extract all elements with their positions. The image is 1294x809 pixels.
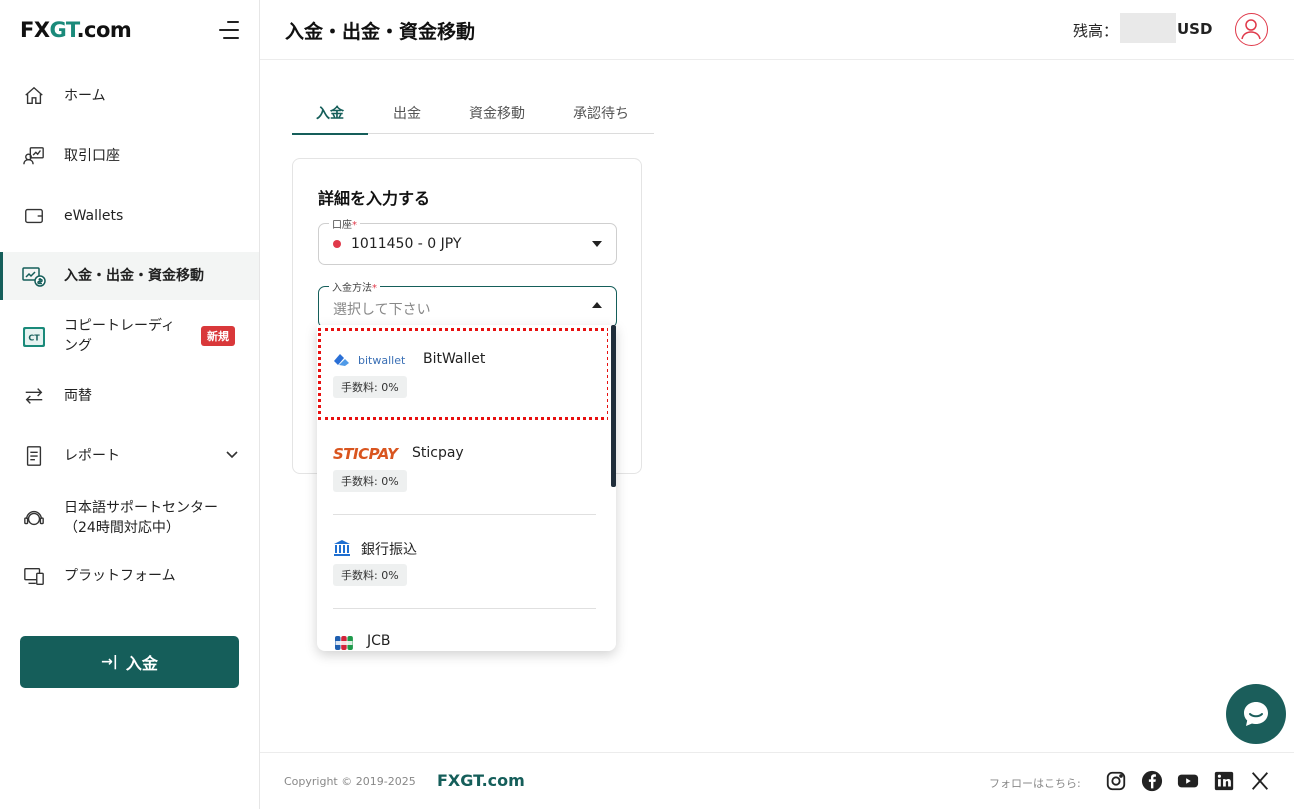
sidebar-item-home[interactable]: ホーム (0, 72, 259, 120)
new-badge: 新規 (201, 326, 235, 346)
copy-trading-icon: CT (22, 324, 46, 348)
linkedin-icon[interactable] (1213, 770, 1235, 792)
sticpay-logo: STICPAY (333, 445, 398, 463)
fxgt-logo[interactable]: FXGT.com (20, 18, 132, 42)
x-icon[interactable] (1249, 770, 1271, 792)
tab-withdraw[interactable]: 出金 (368, 92, 446, 134)
page-footer: Copyright © 2019-2025 FXGT.com フォローはこちら: (260, 752, 1294, 809)
svg-text:bitwallet: bitwallet (358, 354, 406, 367)
sidebar: FXGT.com ホーム 取引口座 eWallets 入金・出金・資金移動 CT… (0, 0, 260, 809)
exchange-icon (22, 384, 46, 408)
copyright-text: Copyright © 2019-2025 (284, 775, 416, 788)
user-avatar-icon[interactable] (1235, 13, 1268, 46)
sidebar-deposit-button[interactable]: →| 入金 (20, 636, 239, 688)
caret-down-icon (592, 241, 602, 247)
sidebar-item-copy-trading[interactable]: CT コピートレーディ ング 新規 (0, 312, 259, 360)
form-title: 詳細を入力する (318, 189, 431, 208)
tab-transfer[interactable]: 資金移動 (446, 92, 548, 134)
sidebar-item-report[interactable]: レポート (0, 432, 259, 480)
option-name: BitWallet (423, 351, 486, 367)
top-header: 入金・出金・資金移動 残高： USD (260, 0, 1294, 60)
chat-bubble-icon (1244, 702, 1268, 726)
facebook-icon[interactable] (1141, 770, 1163, 792)
option-name: Sticpay (412, 445, 464, 461)
sidebar-item-exchange[interactable]: 両替 (0, 372, 259, 420)
menu-toggle-icon[interactable] (219, 21, 239, 39)
home-icon (22, 84, 46, 108)
balance-currency: USD (1177, 20, 1213, 38)
funds-icon (22, 264, 46, 288)
wallet-icon (22, 204, 46, 228)
sidebar-item-support[interactable]: 日本語サポートセンター （24時間対応中） (0, 492, 259, 544)
caret-up-icon (592, 302, 602, 308)
scrollbar-thumb[interactable] (611, 325, 616, 487)
dropdown-scrollbar[interactable] (608, 325, 616, 651)
instagram-icon[interactable] (1105, 770, 1127, 792)
deposit-method-label: 入金方法* (329, 279, 380, 294)
fee-badge: 手数料: 0% (333, 470, 407, 492)
fee-badge: 手数料: 0% (333, 564, 407, 586)
deposit-method-select[interactable]: 入金方法* 選択して下さい (318, 279, 617, 328)
option-bitwallet[interactable]: bitwallet BitWallet 手数料: 0% (333, 325, 596, 419)
option-bank-transfer[interactable]: 銀行振込 手数料: 0% (333, 513, 596, 607)
funds-tabs: 入金 出金 資金移動 承認待ち (292, 92, 654, 135)
chevron-down-icon[interactable] (224, 446, 240, 466)
platform-icon (22, 564, 46, 588)
status-dot (333, 240, 341, 248)
jcb-icon (335, 635, 353, 651)
bank-icon (333, 539, 351, 561)
report-icon (22, 444, 46, 468)
bitwallet-logo: bitwallet (333, 352, 413, 372)
page-title: 入金・出金・資金移動 (285, 21, 476, 43)
option-name: 銀行振込 (361, 542, 417, 558)
deposit-method-placeholder: 選択して下さい (333, 302, 431, 318)
balance-value-masked (1120, 13, 1176, 43)
app-root: FXGT.com ホーム 取引口座 eWallets 入金・出金・資金移動 CT… (0, 0, 1294, 809)
youtube-icon[interactable] (1177, 770, 1199, 792)
account-value: 1011450 - 0 JPY (351, 236, 462, 252)
trading-account-icon (22, 144, 46, 168)
sidebar-item-trading-accounts[interactable]: 取引口座 (0, 132, 259, 180)
option-jcb[interactable]: JCB (333, 607, 596, 651)
support-icon (22, 506, 46, 530)
option-sticpay[interactable]: STICPAY Sticpay 手数料: 0% (333, 419, 596, 513)
svg-text:CT: CT (28, 334, 40, 343)
fee-badge: 手数料: 0% (333, 376, 407, 398)
sidebar-item-platform[interactable]: プラットフォーム (0, 552, 259, 600)
login-arrow-icon: →| (101, 654, 118, 670)
balance-label: 残高： (1073, 22, 1119, 40)
deposit-method-dropdown: bitwallet BitWallet 手数料: 0% STICPAY Stic… (317, 325, 616, 651)
follow-label: フォローはこちら: (989, 777, 1081, 790)
chat-button[interactable] (1226, 684, 1286, 744)
account-select[interactable]: 口座* 1011450 - 0 JPY (318, 216, 617, 265)
footer-brand[interactable]: FXGT.com (437, 771, 525, 790)
sidebar-item-funds[interactable]: 入金・出金・資金移動 (0, 252, 259, 300)
account-label: 口座* (329, 216, 360, 231)
sidebar-item-ewallets[interactable]: eWallets (0, 192, 259, 240)
tab-deposit[interactable]: 入金 (292, 92, 368, 135)
option-name: JCB (367, 633, 391, 649)
tab-pending[interactable]: 承認待ち (548, 92, 654, 134)
